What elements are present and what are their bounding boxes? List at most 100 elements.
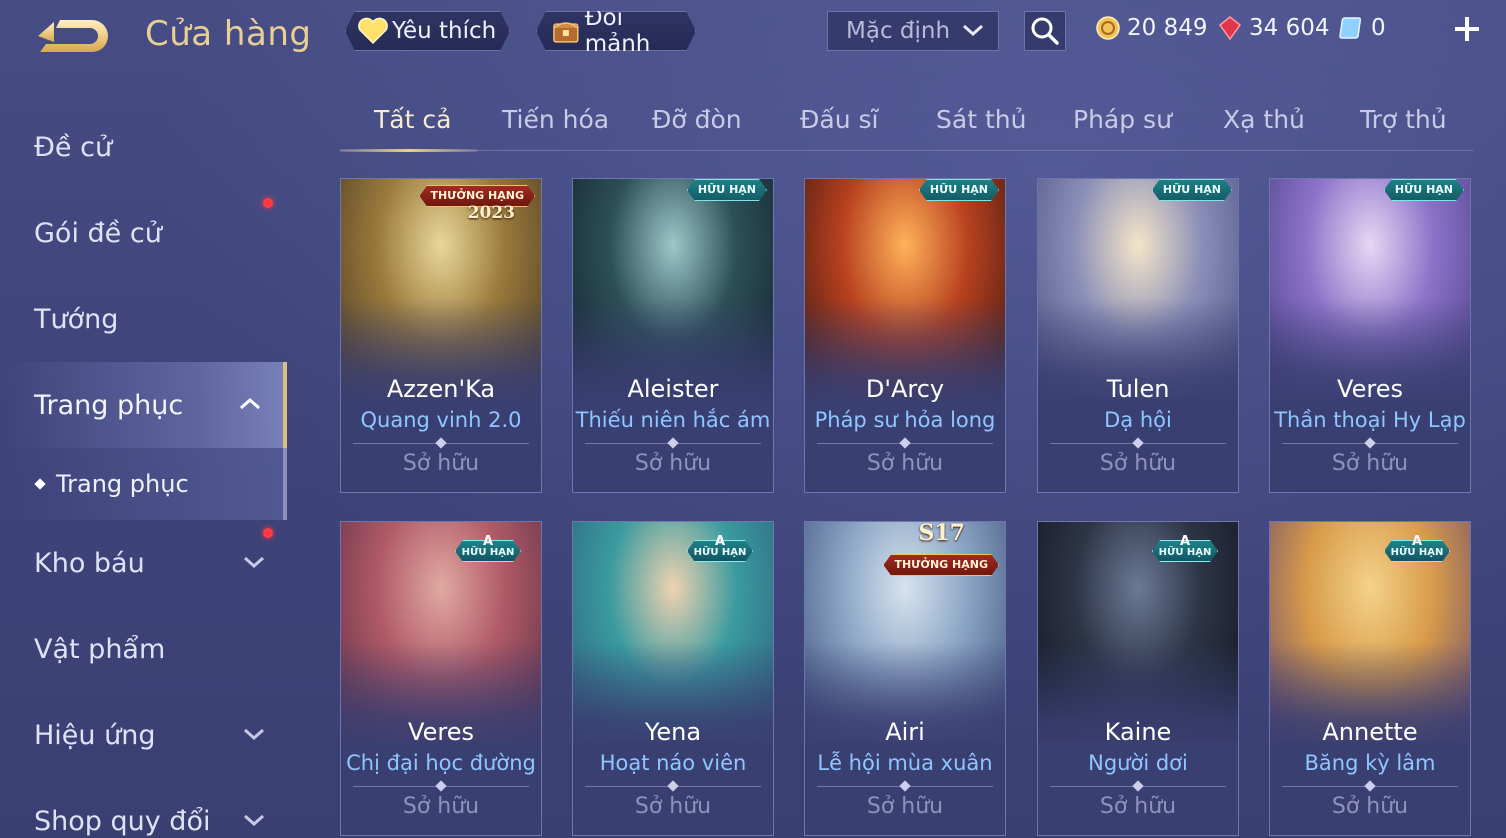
hero-name: Tulen	[1106, 375, 1170, 403]
limited-badge: HỮU HẠN	[1152, 179, 1232, 201]
sidebar-item-heroes[interactable]: Tướng	[0, 276, 287, 362]
hero-name: Azzen'Ka	[386, 375, 496, 403]
chevron-down-icon	[244, 556, 264, 569]
skin-name: Người dơi	[1088, 751, 1188, 775]
divider-gem-icon	[1132, 437, 1144, 449]
search-button[interactable]	[1024, 11, 1066, 51]
chevron-down-icon	[963, 24, 983, 37]
tab-fighter[interactable]: Đấu sĩ	[800, 105, 878, 134]
divider-gem-icon	[1364, 437, 1376, 449]
heart-icon	[356, 14, 390, 48]
chevron-down-icon	[244, 814, 264, 827]
limited-badge: A HỮU HẠN	[687, 534, 753, 564]
favorites-label: Yêu thích	[392, 18, 497, 44]
gold-coin-icon	[1096, 16, 1120, 40]
notification-dot	[263, 528, 273, 538]
ruby-balance: 34 604	[1217, 12, 1329, 44]
divider-gem-icon	[899, 437, 911, 449]
tab-support[interactable]: Trợ thủ	[1360, 105, 1447, 134]
divider-gem-icon	[1132, 780, 1144, 792]
sidebar-item-label: Gói đề cử	[34, 217, 162, 249]
voucher-icon	[1339, 17, 1362, 39]
page-title: Cửa hàng	[145, 14, 312, 54]
limited-badge: HỮU HẠN	[687, 179, 767, 201]
hero-name: Kaine	[1104, 718, 1172, 746]
sidebar-item-label: Kho báu	[34, 547, 145, 579]
tab-evolution[interactable]: Tiến hóa	[502, 105, 609, 134]
tab-marksman[interactable]: Xạ thủ	[1223, 105, 1305, 134]
sidebar-item-featured[interactable]: Đề cử	[0, 104, 287, 190]
tab-mage[interactable]: Pháp sư	[1073, 105, 1172, 134]
limited-badge: A HỮU HẠN	[1384, 534, 1450, 564]
sidebar: Đề cử Gói đề cử Tướng Trang phục Trang p…	[0, 100, 290, 838]
skin-card[interactable]: THƯỞNG HẠNG 2023 Azzen'Ka Quang vinh 2.0 Sở …	[340, 178, 542, 493]
skin-name: Thần thoại Hy Lạp	[1274, 408, 1466, 432]
exchange-fragments-button[interactable]: Đổi mảnh	[536, 11, 696, 51]
skin-card[interactable]: HỮU HẠN Tulen Dạ hội Sở hữu	[1037, 178, 1239, 493]
top-bar: Cửa hàng Yêu thích Đổi mảnh Mặc định 20 …	[0, 0, 1506, 80]
sidebar-item-exchange-shop[interactable]: Shop quy đổi	[0, 778, 287, 838]
hero-name: Yena	[644, 718, 702, 746]
hero-name: Veres	[408, 718, 474, 746]
sidebar-subitem-skins[interactable]: Trang phục	[0, 448, 287, 520]
notification-dot	[263, 198, 273, 208]
skin-card[interactable]: HỮU HẠN Aleister Thiếu niên hắc ám Sở hữu	[572, 178, 774, 493]
owned-status: Sở hữu	[1099, 794, 1177, 819]
rank-season: 2023	[467, 203, 515, 223]
tab-assassin[interactable]: Sát thủ	[936, 105, 1026, 134]
sidebar-item-effects[interactable]: Hiệu ứng	[0, 692, 287, 778]
hero-name: Aleister	[627, 375, 719, 403]
skin-name: Pháp sư hỏa long	[814, 408, 996, 432]
sidebar-item-treasure[interactable]: Kho báu	[0, 520, 287, 606]
rank-season: S17	[918, 521, 965, 546]
badge-label: HỮU HẠN	[1158, 547, 1212, 558]
badge-label: HỮU HẠN	[461, 547, 515, 558]
skin-card[interactable]: HỮU HẠN Veres Thần thoại Hy Lạp Sở hữu	[1269, 178, 1471, 493]
sidebar-item-label: Shop quy đổi	[34, 805, 211, 837]
hero-name: D'Arcy	[865, 375, 945, 403]
tab-tank[interactable]: Đỡ đòn	[652, 105, 742, 134]
back-arrow-icon	[38, 20, 108, 52]
owned-status: Sở hữu	[866, 451, 944, 476]
limited-badge: A HỮU HẠN	[455, 534, 521, 564]
favorites-button[interactable]: Yêu thích	[345, 11, 510, 51]
chevron-down-icon	[244, 728, 264, 741]
sidebar-item-items[interactable]: Vật phẩm	[0, 606, 287, 692]
sidebar-item-skins[interactable]: Trang phục	[0, 362, 287, 448]
add-currency-button[interactable]	[1452, 14, 1482, 44]
sidebar-item-label: Tướng	[34, 303, 119, 335]
chevron-up-icon	[240, 397, 260, 410]
back-button[interactable]	[30, 14, 114, 60]
skin-card[interactable]: THƯỞNG HẠNG S17 Airi Lễ hội mùa xuân Sở hữu	[804, 521, 1006, 836]
skin-card[interactable]: A HỮU HẠN Annette Băng kỳ lâm Sở hữu	[1269, 521, 1471, 836]
skin-card[interactable]: HỮU HẠN D'Arcy Pháp sư hỏa long Sở hữu	[804, 178, 1006, 493]
tab-all[interactable]: Tất cả	[374, 105, 451, 134]
owned-status: Sở hữu	[866, 794, 944, 819]
category-tabs: Tất cả Tiến hóa Đỡ đòn Đấu sĩ Sát thủ Ph…	[340, 95, 1474, 152]
skin-name: Lễ hội mùa xuân	[817, 751, 993, 775]
skin-name: Băng kỳ lâm	[1304, 751, 1436, 775]
sidebar-item-label: Đề cử	[34, 131, 113, 163]
limited-badge: HỮU HẠN	[1384, 179, 1464, 201]
divider-gem-icon	[899, 780, 911, 792]
owned-status: Sở hữu	[634, 794, 712, 819]
badge-label: HỮU HẠN	[693, 547, 747, 558]
sidebar-item-label: Hiệu ứng	[34, 719, 156, 751]
owned-status: Sở hữu	[1331, 451, 1409, 476]
sidebar-subitem-label: Trang phục	[56, 470, 189, 498]
active-tab-indicator	[340, 149, 477, 152]
skin-card[interactable]: A HỮU HẠN Yena Hoạt náo viên Sở hữu	[572, 521, 774, 836]
search-icon	[1031, 17, 1059, 45]
exchange-label: Đổi mảnh	[584, 5, 651, 57]
skin-name: Hoạt náo viên	[599, 751, 747, 775]
sort-dropdown[interactable]: Mặc định	[827, 11, 999, 51]
skin-card[interactable]: A HỮU HẠN Kaine Người dơi Sở hữu	[1037, 521, 1239, 836]
sidebar-item-label: Trang phục	[34, 389, 184, 421]
skin-card[interactable]: A HỮU HẠN Veres Chị đại học đường Sở hữu	[340, 521, 542, 836]
owned-status: Sở hữu	[1099, 451, 1177, 476]
ruby-amount: 34 604	[1249, 15, 1330, 41]
owned-status: Sở hữu	[634, 451, 712, 476]
limited-badge: A HỮU HẠN	[1152, 534, 1218, 564]
sidebar-item-featured-bundles[interactable]: Gói đề cử	[0, 190, 287, 276]
hero-name: Airi	[885, 718, 925, 746]
